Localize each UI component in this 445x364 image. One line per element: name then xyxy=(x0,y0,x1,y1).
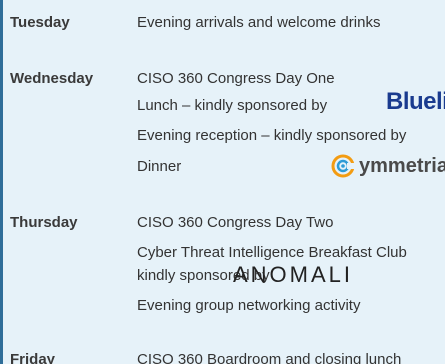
anomali-logo: ANOMALI xyxy=(233,262,354,287)
cymmetria-logo: ymmetria xyxy=(331,154,445,178)
wednesday-item-3: Evening reception – kindly sponsored by xyxy=(137,127,407,144)
tuesday-item-1: Evening arrivals and welcome drinks xyxy=(137,14,381,31)
thursday-item-4: Evening group networking activity xyxy=(137,297,361,314)
wednesday-item-1: CISO 360 Congress Day One xyxy=(137,70,335,87)
thursday-item-1: CISO 360 Congress Day Two xyxy=(137,214,334,231)
day-label-tuesday: Tuesday xyxy=(10,14,70,31)
wednesday-item-4: Dinner xyxy=(137,158,182,175)
day-label-thursday: Thursday xyxy=(10,214,78,231)
agenda-page: Tuesday Evening arrivals and welcome dri… xyxy=(0,0,445,364)
cymmetria-logo-text: ymmetria xyxy=(359,155,445,177)
blueliv-logo: Blueliv. xyxy=(386,89,445,115)
wednesday-item-2: Lunch – kindly sponsored by xyxy=(137,97,328,114)
day-label-friday: Friday xyxy=(10,351,56,364)
friday-item-1: CISO 360 Boardroom and closing lunch xyxy=(137,351,402,364)
thursday-item-2: Cyber Threat Intelligence Breakfast Club xyxy=(137,244,407,261)
blueliv-logo-text: Blueliv xyxy=(386,88,445,115)
day-label-wednesday: Wednesday xyxy=(10,70,94,87)
left-accent-rule xyxy=(0,0,3,364)
cymmetria-c-icon xyxy=(331,154,355,178)
